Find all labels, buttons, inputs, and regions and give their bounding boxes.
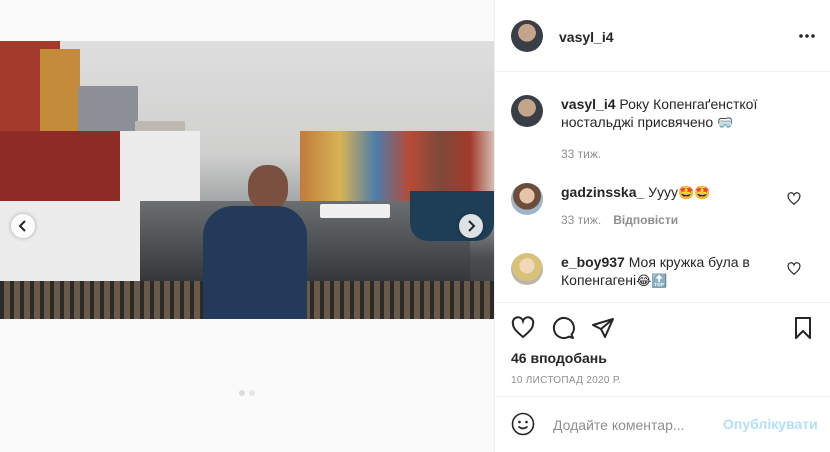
- caption-username[interactable]: vasyl_i4: [561, 96, 616, 112]
- comment-avatar[interactable]: [511, 253, 543, 285]
- post-comment-button[interactable]: Опублікувати: [723, 416, 818, 432]
- comment-item: e_boy937 Моя кружка була в Копенгагені😂🔝: [511, 253, 811, 293]
- caption-meta: 33 тиж.: [561, 147, 601, 161]
- chevron-left-icon: [18, 220, 26, 232]
- bookmark-icon[interactable]: [791, 316, 815, 340]
- carousel-prev-button[interactable]: [11, 214, 35, 238]
- comment-username[interactable]: e_boy937: [561, 254, 625, 270]
- boat-small: [320, 204, 390, 218]
- chevron-right-icon: [468, 220, 476, 232]
- heart-icon[interactable]: [787, 192, 801, 206]
- carousel-dot: [239, 390, 245, 396]
- boat-dark: [410, 191, 494, 241]
- person-head: [248, 165, 288, 209]
- comment-emoji: 🤩🤩: [678, 186, 711, 201]
- author-username[interactable]: vasyl_i4: [559, 29, 614, 45]
- more-options-button[interactable]: [797, 29, 817, 43]
- comment-meta: 33 тиж. Відповісти: [561, 213, 678, 227]
- comment-input[interactable]: [551, 414, 715, 436]
- share-icon[interactable]: [591, 316, 615, 340]
- reply-button[interactable]: Відповісти: [613, 213, 678, 227]
- post-header: vasyl_i4: [495, 0, 830, 72]
- carousel-dots: [0, 390, 494, 396]
- comment-form: Опублікувати: [495, 396, 830, 452]
- comment-username[interactable]: gadzinsska_: [561, 184, 644, 200]
- comment-body: gadzinsska_ Уууу🤩🤩: [561, 183, 781, 203]
- heart-icon[interactable]: [787, 262, 801, 276]
- likes-count[interactable]: 46 вподобань: [511, 350, 607, 366]
- caption-avatar[interactable]: [511, 95, 543, 127]
- caption-emoji: 🥽: [717, 116, 734, 131]
- post-date: 10 ЛИСТОПАД 2020 Р.: [511, 375, 622, 386]
- boat-cabin: [0, 131, 120, 201]
- comment-emoji: 😂🔝: [636, 274, 668, 289]
- post-panel: vasyl_i4 vasyl_i4 Року Копенгаґенсткої н…: [494, 0, 830, 452]
- comment-time[interactable]: 33 тиж.: [561, 213, 601, 227]
- heart-icon[interactable]: [511, 316, 535, 340]
- post-photo[interactable]: [0, 41, 494, 319]
- comment-item: gadzinsska_ Уууу🤩🤩 33 тиж. Відповісти: [511, 183, 811, 233]
- person-jacket: [203, 206, 307, 319]
- carousel-dot: [249, 390, 255, 396]
- more-horizontal-icon: [799, 34, 815, 38]
- emoji-icon[interactable]: [511, 412, 535, 436]
- post-actions: 46 вподобань 10 ЛИСТОПАД 2020 Р.: [495, 302, 830, 396]
- caption-time[interactable]: 33 тиж.: [561, 147, 601, 161]
- comment-avatar[interactable]: [511, 183, 543, 215]
- author-avatar[interactable]: [511, 20, 543, 52]
- caption: vasyl_i4 Року Копенгаґенсткої ностальджі…: [511, 95, 811, 165]
- comment-text: Уууу: [648, 184, 679, 200]
- comment-body: e_boy937 Моя кружка була в Копенгагені😂🔝: [561, 253, 781, 291]
- comment-icon[interactable]: [551, 316, 575, 340]
- carousel-next-button[interactable]: [459, 214, 483, 238]
- caption-body: vasyl_i4 Року Копенгаґенсткої ностальджі…: [561, 95, 781, 133]
- media-area: [0, 0, 494, 452]
